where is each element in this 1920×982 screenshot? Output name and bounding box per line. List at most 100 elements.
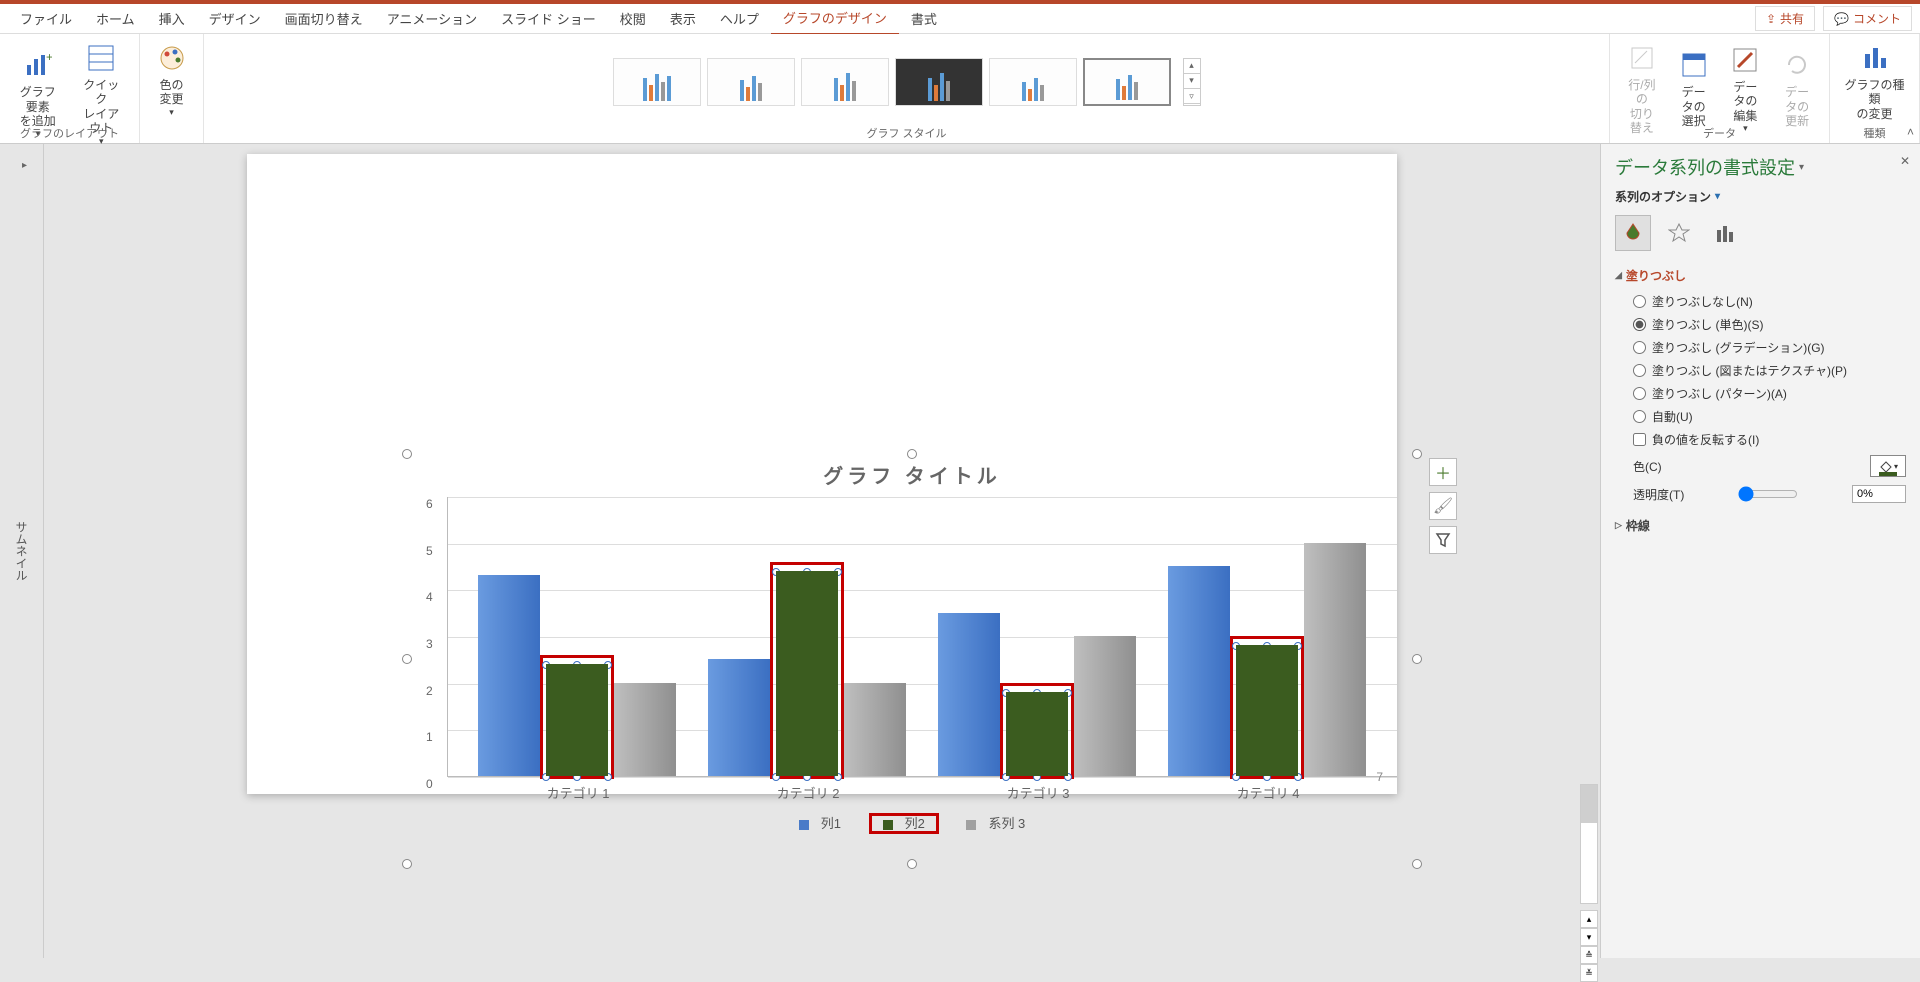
tab-view[interactable]: 表示 — [658, 3, 708, 34]
transparency-slider[interactable] — [1738, 486, 1798, 502]
change-colors-button[interactable]: 色の 変更 ▾ — [150, 38, 194, 122]
chart-handle-nw[interactable] — [402, 449, 412, 459]
expand-thumbs-icon[interactable]: ▸ — [22, 160, 27, 171]
chart-handle-n[interactable] — [907, 449, 917, 459]
legend-item-3[interactable]: 系列 3 — [958, 816, 1033, 831]
share-button[interactable]: ⇪共有 — [1755, 6, 1815, 31]
style-scroll-more[interactable]: ▿ — [1184, 89, 1200, 104]
share-icon: ⇪ — [1766, 12, 1776, 26]
prev-slide[interactable]: ≙ — [1580, 946, 1598, 964]
chart-object[interactable]: ＋ 🖌 グラフ タイトル 0123456カテゴリ 1カテゴリ 2カテゴリ 3カテ… — [407, 454, 1417, 864]
chart-legend[interactable]: 列1 列2 系列 3 — [407, 813, 1417, 832]
chart-style-4[interactable] — [895, 58, 983, 106]
vertical-scrollbar[interactable] — [1580, 784, 1598, 904]
chart-handle-se[interactable] — [1412, 859, 1422, 869]
tab-fill-line[interactable] — [1615, 215, 1651, 251]
scroll-up[interactable]: ▴ — [1580, 910, 1598, 928]
tab-slideshow[interactable]: スライド ショー — [489, 3, 608, 34]
chart-style-6[interactable] — [1083, 58, 1171, 106]
fill-solid-radio[interactable]: 塗りつぶし (単色)(S) — [1615, 313, 1906, 336]
legend-label-2: 列2 — [905, 816, 925, 831]
add-element-label: グラフ要素 を追加 — [14, 85, 62, 128]
series-options-dropdown[interactable]: 系列のオプション▾ — [1615, 188, 1906, 205]
fill-section-header[interactable]: 塗りつぶし — [1615, 267, 1906, 284]
switch-rc-icon — [1626, 42, 1658, 74]
transparency-label: 透明度(T) — [1633, 486, 1684, 503]
legend-item-2[interactable]: 列2 — [869, 813, 939, 834]
tab-home[interactable]: ホーム — [84, 3, 147, 34]
invert-negative-check[interactable]: 負の値を反転する(I) — [1615, 428, 1906, 451]
bar-系列 3-カテゴリ 4[interactable] — [1304, 543, 1366, 776]
style-scroll-up[interactable]: ▴ — [1184, 59, 1200, 74]
tab-transition[interactable]: 画面切り替え — [273, 3, 375, 34]
bar-列1-カテゴリ 2[interactable] — [708, 659, 770, 776]
transparency-input[interactable] — [1852, 485, 1906, 503]
bar-系列 3-カテゴリ 2[interactable] — [844, 683, 906, 776]
bar-列2-カテゴリ 3[interactable] — [1006, 692, 1068, 776]
tab-review[interactable]: 校閲 — [608, 3, 658, 34]
chart-elements-button[interactable]: ＋ — [1429, 458, 1457, 486]
bar-列1-カテゴリ 4[interactable] — [1168, 566, 1230, 776]
select-data-label: データの 選択 — [1676, 85, 1712, 128]
chart-handle-ne[interactable] — [1412, 449, 1422, 459]
fill-auto-radio[interactable]: 自動(U) — [1615, 405, 1906, 428]
bar-列2-カテゴリ 4[interactable] — [1236, 645, 1298, 776]
comment-label: コメント — [1853, 10, 1901, 27]
chart-title[interactable]: グラフ タイトル — [407, 460, 1417, 489]
thumbnail-panel-collapsed[interactable]: ▸ サムネイル — [0, 144, 44, 958]
format-data-series-pane: ✕ データ系列の書式設定 ▾ 系列のオプション▾ 塗りつぶし 塗りつぶしなし(N… — [1600, 144, 1920, 958]
quick-layout-icon — [85, 42, 117, 74]
bar-系列 3-カテゴリ 3[interactable] — [1074, 636, 1136, 776]
comment-icon: 💬 — [1834, 12, 1849, 26]
chart-filter-button[interactable] — [1429, 526, 1457, 554]
scroll-down[interactable]: ▾ — [1580, 928, 1598, 946]
tab-insert[interactable]: 挿入 — [147, 3, 197, 34]
legend-item-1[interactable]: 列1 — [791, 816, 849, 831]
chart-style-2[interactable] — [707, 58, 795, 106]
tab-design[interactable]: デザイン — [197, 3, 273, 34]
bar-列2-カテゴリ 1[interactable] — [546, 664, 608, 776]
bar-列1-カテゴリ 1[interactable] — [478, 575, 540, 776]
svg-text:+: + — [46, 51, 52, 64]
slide-canvas[interactable]: ＋ 🖌 グラフ タイトル 0123456カテゴリ 1カテゴリ 2カテゴリ 3カテ… — [247, 154, 1397, 794]
chart-style-3[interactable] — [801, 58, 889, 106]
chart-style-5[interactable] — [989, 58, 1077, 106]
style-scroll-down[interactable]: ▾ — [1184, 74, 1200, 89]
change-chart-type-button[interactable]: グラフの種類 の変更 — [1838, 38, 1911, 125]
fill-none-radio[interactable]: 塗りつぶしなし(N) — [1615, 290, 1906, 313]
chart-handle-w[interactable] — [402, 654, 412, 664]
chart-handle-s[interactable] — [907, 859, 917, 869]
chart-styles-button[interactable]: 🖌 — [1429, 492, 1457, 520]
tab-file[interactable]: ファイル — [8, 3, 84, 34]
collapse-ribbon-button[interactable]: ˄ — [1907, 125, 1914, 139]
chart-handle-sw[interactable] — [402, 859, 412, 869]
comment-button[interactable]: 💬 コメント — [1823, 6, 1912, 31]
refresh-data-label: データの 更新 — [1779, 85, 1815, 128]
fill-picture-radio[interactable]: 塗りつぶし (図またはテクスチャ)(P) — [1615, 359, 1906, 382]
line-section-header[interactable]: 枠線 — [1615, 517, 1906, 534]
tab-help[interactable]: ヘルプ — [708, 3, 771, 34]
tab-effects[interactable] — [1661, 215, 1697, 251]
chart-plot-area[interactable]: 0123456カテゴリ 1カテゴリ 2カテゴリ 3カテゴリ 4 — [447, 497, 1397, 777]
next-slide[interactable]: ≚ — [1580, 964, 1598, 982]
tab-format[interactable]: 書式 — [899, 3, 949, 34]
scrollbar-thumb[interactable] — [1581, 785, 1597, 823]
chart-style-gallery: ▴ ▾ ▿ — [607, 38, 1207, 125]
paint-bucket-icon — [1878, 459, 1892, 473]
fill-pattern-radio[interactable]: 塗りつぶし (パターン)(A) — [1615, 382, 1906, 405]
chart-style-1[interactable] — [613, 58, 701, 106]
bar-系列 3-カテゴリ 1[interactable] — [614, 683, 676, 776]
fill-gradient-radio[interactable]: 塗りつぶし (グラデーション)(G) — [1615, 336, 1906, 359]
bar-列2-カテゴリ 2[interactable] — [776, 571, 838, 776]
bar-列1-カテゴリ 3[interactable] — [938, 613, 1000, 776]
fill-color-picker[interactable]: ▾ — [1870, 455, 1906, 477]
tab-chartdesign[interactable]: グラフのデザイン — [771, 2, 899, 35]
pane-close-button[interactable]: ✕ — [1900, 154, 1910, 168]
add-element-icon: + — [22, 49, 54, 81]
tab-animation[interactable]: アニメーション — [375, 3, 489, 34]
chart-handle-e[interactable] — [1412, 654, 1422, 664]
slide-number: 7 — [1376, 770, 1383, 784]
pane-title: データ系列の書式設定 ▾ — [1615, 154, 1906, 180]
ribbon: + グラフ要素 を追加 ▾ クイック レイアウト ▾ グラフのレイアウト 色の … — [0, 34, 1920, 144]
tab-series-options[interactable] — [1707, 215, 1743, 251]
